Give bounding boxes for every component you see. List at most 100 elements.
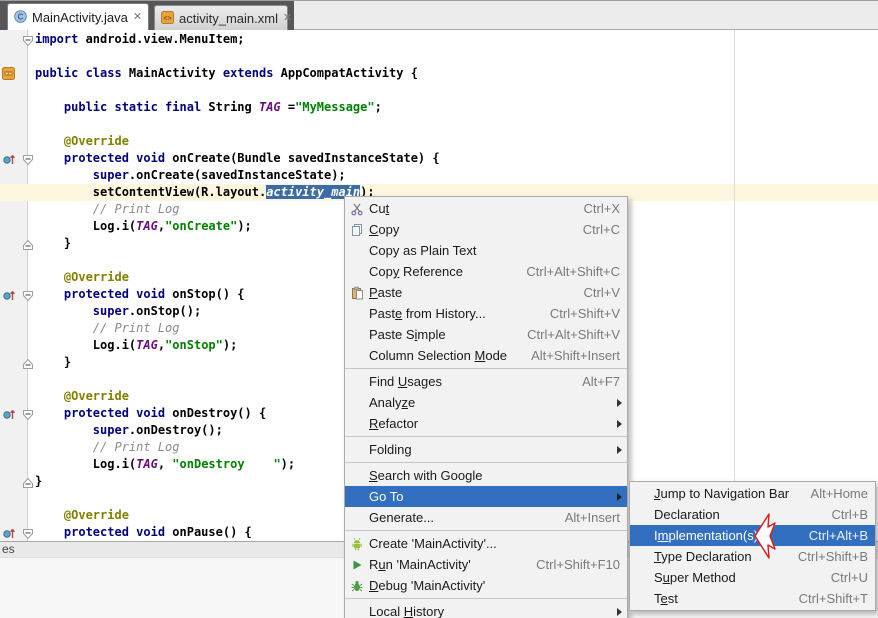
code-line[interactable] xyxy=(0,116,878,133)
java-class-icon: C xyxy=(14,9,27,26)
menu-item-label: Run 'MainActivity' xyxy=(369,557,471,572)
menu-item-shortcut: Ctrl+Alt+B xyxy=(808,528,868,543)
menu-item-shortcut: Ctrl+Alt+Shift+V xyxy=(527,327,620,342)
fold-up-icon[interactable] xyxy=(22,357,34,375)
menu-item-generate[interactable]: Generate... Alt+Insert xyxy=(345,507,627,528)
overriding-method-icon[interactable] xyxy=(2,406,16,427)
menu-item-label: Test xyxy=(654,591,678,606)
fold-down-icon[interactable] xyxy=(22,153,34,171)
menu-item-go-to[interactable]: Go To xyxy=(345,486,627,507)
menu-item-refactor[interactable]: Refactor xyxy=(345,413,627,434)
menu-item-shortcut: Alt+F7 xyxy=(582,374,620,389)
menu-item-create-mainactivity[interactable]: Create 'MainActivity'... xyxy=(345,533,627,554)
code-line[interactable]: public class MainActivity extends AppCom… xyxy=(0,65,878,82)
menu-item-label: Generate... xyxy=(369,510,435,525)
menu-item-label: Find Usages xyxy=(369,374,442,389)
tab-label: MainActivity.java xyxy=(32,10,128,25)
menu-separator xyxy=(345,598,627,599)
code-line[interactable] xyxy=(0,82,878,99)
menu-item-implementation-s[interactable]: Implementation(s) Ctrl+Alt+B xyxy=(630,525,875,546)
android-icon xyxy=(345,537,369,551)
code-line[interactable]: import android.view.MenuItem; xyxy=(0,31,878,48)
submenu-arrow-icon xyxy=(617,445,622,454)
fold-down-icon[interactable] xyxy=(22,289,34,307)
menu-item-column-selection-mode[interactable]: Column Selection Mode Alt+Shift+Insert xyxy=(345,345,627,366)
submenu-arrow-icon xyxy=(617,398,622,407)
menu-item-copy-reference[interactable]: Copy Reference Ctrl+Alt+Shift+C xyxy=(345,261,627,282)
code-line[interactable] xyxy=(0,48,878,65)
menu-item-search-with-google[interactable]: Search with Google xyxy=(345,465,627,486)
android-component-icon[interactable] xyxy=(2,67,15,85)
fold-down-icon[interactable] xyxy=(22,408,34,426)
menu-separator xyxy=(345,530,627,531)
menu-item-paste[interactable]: Paste Ctrl+V xyxy=(345,282,627,303)
menu-item-label: Debug 'MainActivity' xyxy=(369,578,486,593)
ide-window: C MainActivity.java ✕ <> activity_main.x… xyxy=(0,0,878,618)
cut-icon xyxy=(345,202,369,216)
menu-item-shortcut: Alt+Home xyxy=(810,486,868,501)
code-line[interactable]: public static final String TAG ="MyMessa… xyxy=(0,99,878,116)
menu-item-declaration[interactable]: Declaration Ctrl+B xyxy=(630,504,875,525)
menu-item-label: Paste from History... xyxy=(369,306,486,321)
menu-item-folding[interactable]: Folding xyxy=(345,439,627,460)
menu-item-label: Go To xyxy=(369,489,404,504)
menu-item-find-usages[interactable]: Find Usages Alt+F7 xyxy=(345,371,627,392)
tab-activity-main-xml[interactable]: <> activity_main.xml ✕ xyxy=(154,5,292,31)
menu-item-type-declaration[interactable]: Type Declaration Ctrl+Shift+B xyxy=(630,546,875,567)
menu-separator xyxy=(345,462,627,463)
menu-separator xyxy=(345,368,627,369)
menu-item-shortcut: Ctrl+Shift+T xyxy=(798,591,868,606)
menu-item-shortcut: Ctrl+Shift+B xyxy=(797,549,868,564)
menu-item-debug-mainactivity[interactable]: Debug 'MainActivity' xyxy=(345,575,627,596)
menu-item-copy[interactable]: Copy Ctrl+C xyxy=(345,219,627,240)
run-icon xyxy=(345,558,369,572)
tab-mainactivity-java[interactable]: C MainActivity.java ✕ xyxy=(7,3,149,31)
code-line[interactable]: @Override xyxy=(0,133,878,150)
overriding-method-icon[interactable] xyxy=(2,287,16,308)
menu-item-copy-as-plain-text[interactable]: Copy as Plain Text xyxy=(345,240,627,261)
close-icon[interactable]: ✕ xyxy=(133,12,142,23)
menu-separator xyxy=(345,436,627,437)
submenu-arrow-icon xyxy=(617,419,622,428)
overriding-method-icon[interactable] xyxy=(2,151,16,172)
menu-item-shortcut: Ctrl+U xyxy=(830,570,868,585)
menu-item-local-history[interactable]: Local History xyxy=(345,601,627,618)
menu-item-jump-to-navigation-bar[interactable]: Jump to Navigation Bar Alt+Home xyxy=(630,483,875,504)
menu-item-label: Jump to Navigation Bar xyxy=(654,486,790,501)
menu-item-analyze[interactable]: Analyze xyxy=(345,392,627,413)
menu-item-shortcut: Ctrl+C xyxy=(582,222,620,237)
debug-icon xyxy=(345,579,369,593)
menu-item-paste-simple[interactable]: Paste Simple Ctrl+Alt+Shift+V xyxy=(345,324,627,345)
menu-item-label: Paste Simple xyxy=(369,327,446,342)
menu-item-super-method[interactable]: Super Method Ctrl+U xyxy=(630,567,875,588)
menu-item-test[interactable]: Test Ctrl+Shift+T xyxy=(630,588,875,609)
fold-up-icon[interactable] xyxy=(22,476,34,494)
menu-item-cut[interactable]: Cut Ctrl+X xyxy=(345,198,627,219)
paste-icon xyxy=(345,286,369,300)
fold-up-icon[interactable] xyxy=(22,238,34,256)
menu-item-run-mainactivity[interactable]: Run 'MainActivity' Ctrl+Shift+F10 xyxy=(345,554,627,575)
menu-item-label: Column Selection Mode xyxy=(369,348,508,363)
code-line[interactable]: super.onCreate(savedInstanceState); xyxy=(0,167,878,184)
menu-item-shortcut: Ctrl+Shift+F10 xyxy=(536,557,620,572)
menu-item-shortcut: Alt+Insert xyxy=(564,510,620,525)
menu-item-shortcut: Alt+Shift+Insert xyxy=(531,348,620,363)
menu-item-paste-from-history[interactable]: Paste from History... Ctrl+Shift+V xyxy=(345,303,627,324)
editor-tab-bar: C MainActivity.java ✕ <> activity_main.x… xyxy=(0,0,878,31)
menu-item-label: Paste xyxy=(369,285,403,300)
fold-down-icon[interactable] xyxy=(22,34,34,52)
menu-item-label: Declaration xyxy=(654,507,720,522)
tool-window-label: es xyxy=(2,542,15,556)
red-arrow-annotation xyxy=(754,512,777,566)
menu-item-shortcut: Ctrl+X xyxy=(583,201,620,216)
menu-item-label: Copy Reference xyxy=(369,264,463,279)
close-icon[interactable]: ✕ xyxy=(283,13,292,24)
submenu-arrow-icon xyxy=(617,492,622,501)
menu-item-label: Copy as Plain Text xyxy=(369,243,477,258)
menu-item-shortcut: Ctrl+Alt+Shift+C xyxy=(526,264,620,279)
menu-item-label: Local History xyxy=(369,604,445,618)
menu-item-shortcut: Ctrl+V xyxy=(583,285,620,300)
svg-text:<>: <> xyxy=(163,15,171,22)
xml-file-icon: <> xyxy=(161,10,174,27)
code-line[interactable]: protected void onCreate(Bundle savedInst… xyxy=(0,150,878,167)
